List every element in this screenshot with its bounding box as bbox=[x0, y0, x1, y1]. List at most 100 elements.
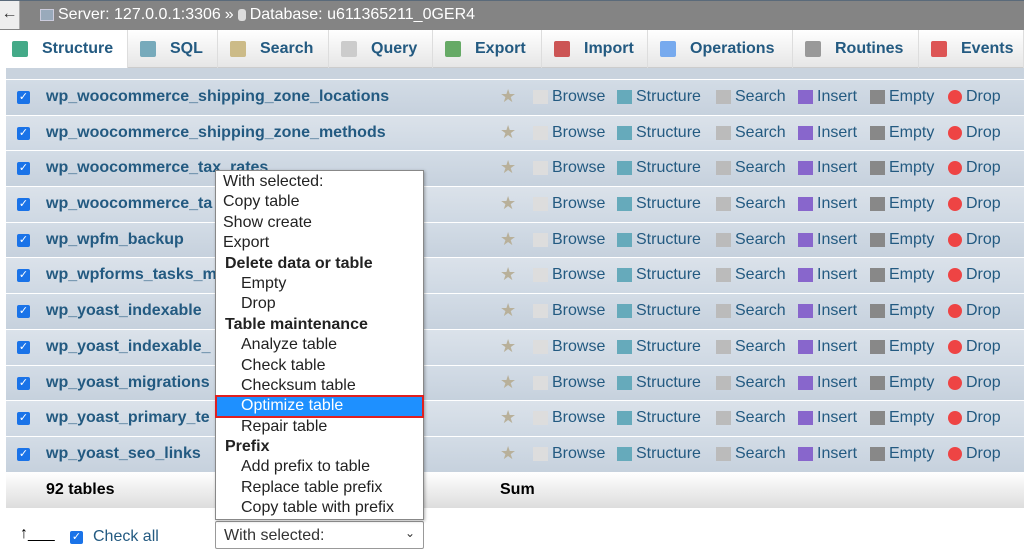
insert-action[interactable]: Insert bbox=[798, 409, 857, 427]
empty-action[interactable]: Empty bbox=[870, 302, 934, 320]
search-action[interactable]: Search bbox=[716, 266, 786, 284]
drop-action[interactable]: Drop bbox=[948, 231, 1001, 249]
structure-action[interactable]: Structure bbox=[617, 195, 701, 213]
breadcrumb-server[interactable]: Server: 127.0.0.1:3306 bbox=[58, 6, 221, 24]
favorite-star-icon[interactable]: ★ bbox=[500, 300, 516, 321]
drop-action[interactable]: Drop bbox=[948, 338, 1001, 356]
menu-option-copy-table[interactable]: Copy table bbox=[216, 192, 423, 212]
row-checkbox[interactable]: ✓ bbox=[17, 162, 30, 176]
drop-action[interactable]: Drop bbox=[948, 374, 1001, 392]
empty-action[interactable]: Empty bbox=[870, 231, 934, 249]
row-checkbox[interactable]: ✓ bbox=[17, 233, 30, 247]
browse-action[interactable]: Browse bbox=[533, 445, 605, 463]
search-action[interactable]: Search bbox=[716, 88, 786, 106]
menu-option-optimize-table[interactable]: Optimize table bbox=[215, 395, 424, 418]
tab-query[interactable]: Query bbox=[329, 30, 433, 68]
table-name-link[interactable]: wp_wpforms_tasks_m bbox=[46, 266, 217, 284]
table-name-link[interactable]: wp_wpfm_backup bbox=[46, 231, 184, 249]
row-checkbox[interactable]: ✓ bbox=[17, 269, 30, 283]
favorite-star-icon[interactable]: ★ bbox=[500, 86, 516, 107]
search-action[interactable]: Search bbox=[716, 409, 786, 427]
menu-option-replace-table-prefix[interactable]: Replace table prefix bbox=[216, 478, 423, 498]
structure-action[interactable]: Structure bbox=[617, 302, 701, 320]
insert-action[interactable]: Insert bbox=[798, 374, 857, 392]
search-action[interactable]: Search bbox=[716, 302, 786, 320]
favorite-star-icon[interactable]: ★ bbox=[500, 443, 516, 464]
tab-events[interactable]: Events bbox=[919, 30, 1024, 68]
structure-action[interactable]: Structure bbox=[617, 159, 701, 177]
menu-option-empty[interactable]: Empty bbox=[216, 274, 423, 294]
row-checkbox[interactable]: ✓ bbox=[17, 340, 30, 354]
menu-option-add-prefix-to-table[interactable]: Add prefix to table bbox=[216, 457, 423, 477]
tab-routines[interactable]: Routines bbox=[793, 30, 919, 68]
insert-action[interactable]: Insert bbox=[798, 338, 857, 356]
drop-action[interactable]: Drop bbox=[948, 195, 1001, 213]
insert-action[interactable]: Insert bbox=[798, 302, 857, 320]
search-action[interactable]: Search bbox=[716, 195, 786, 213]
browse-action[interactable]: Browse bbox=[533, 159, 605, 177]
table-name-link[interactable]: wp_yoast_seo_links bbox=[46, 445, 201, 463]
back-button[interactable]: ← bbox=[0, 1, 20, 29]
row-checkbox[interactable]: ✓ bbox=[17, 91, 30, 104]
tab-operations[interactable]: Operations bbox=[648, 30, 793, 68]
check-all-label[interactable]: Check all bbox=[93, 528, 159, 546]
search-action[interactable]: Search bbox=[716, 445, 786, 463]
empty-action[interactable]: Empty bbox=[870, 88, 934, 106]
browse-action[interactable]: Browse bbox=[533, 374, 605, 392]
drop-action[interactable]: Drop bbox=[948, 266, 1001, 284]
search-action[interactable]: Search bbox=[716, 374, 786, 392]
tab-import[interactable]: Import bbox=[542, 30, 648, 68]
insert-action[interactable]: Insert bbox=[798, 231, 857, 249]
empty-action[interactable]: Empty bbox=[870, 409, 934, 427]
row-checkbox[interactable]: ✓ bbox=[17, 305, 30, 319]
search-action[interactable]: Search bbox=[716, 338, 786, 356]
structure-action[interactable]: Structure bbox=[617, 445, 701, 463]
drop-action[interactable]: Drop bbox=[948, 445, 1001, 463]
drop-action[interactable]: Drop bbox=[948, 124, 1001, 142]
browse-action[interactable]: Browse bbox=[533, 195, 605, 213]
table-name-link[interactable]: wp_yoast_indexable_ bbox=[46, 338, 211, 356]
empty-action[interactable]: Empty bbox=[870, 124, 934, 142]
menu-option-checksum-table[interactable]: Checksum table bbox=[216, 376, 423, 396]
favorite-star-icon[interactable]: ★ bbox=[500, 407, 516, 428]
favorite-star-icon[interactable]: ★ bbox=[500, 336, 516, 357]
table-name-link[interactable]: wp_woocommerce_ta bbox=[46, 195, 212, 213]
browse-action[interactable]: Browse bbox=[533, 231, 605, 249]
drop-action[interactable]: Drop bbox=[948, 302, 1001, 320]
browse-action[interactable]: Browse bbox=[533, 338, 605, 356]
table-name-link[interactable]: wp_woocommerce_shipping_zone_methods bbox=[46, 124, 386, 142]
table-name-link[interactable]: wp_yoast_indexable bbox=[46, 302, 202, 320]
menu-option-repair-table[interactable]: Repair table bbox=[216, 417, 423, 437]
browse-action[interactable]: Browse bbox=[533, 124, 605, 142]
favorite-star-icon[interactable]: ★ bbox=[500, 372, 516, 393]
empty-action[interactable]: Empty bbox=[870, 338, 934, 356]
favorite-star-icon[interactable]: ★ bbox=[500, 122, 516, 143]
row-checkbox[interactable]: ✓ bbox=[17, 198, 30, 212]
menu-option-with-selected[interactable]: With selected: bbox=[216, 172, 423, 192]
insert-action[interactable]: Insert bbox=[798, 195, 857, 213]
row-checkbox[interactable]: ✓ bbox=[17, 412, 30, 426]
tab-structure[interactable]: Structure bbox=[0, 30, 128, 68]
insert-action[interactable]: Insert bbox=[798, 445, 857, 463]
menu-option-check-table[interactable]: Check table bbox=[216, 356, 423, 376]
row-checkbox[interactable]: ✓ bbox=[17, 376, 30, 390]
search-action[interactable]: Search bbox=[716, 159, 786, 177]
structure-action[interactable]: Structure bbox=[617, 374, 701, 392]
menu-option-analyze-table[interactable]: Analyze table bbox=[216, 335, 423, 355]
browse-action[interactable]: Browse bbox=[533, 302, 605, 320]
search-action[interactable]: Search bbox=[716, 231, 786, 249]
empty-action[interactable]: Empty bbox=[870, 195, 934, 213]
menu-option-drop[interactable]: Drop bbox=[216, 294, 423, 314]
drop-action[interactable]: Drop bbox=[948, 159, 1001, 177]
empty-action[interactable]: Empty bbox=[870, 374, 934, 392]
browse-action[interactable]: Browse bbox=[533, 409, 605, 427]
tab-search[interactable]: Search bbox=[218, 30, 329, 68]
favorite-star-icon[interactable]: ★ bbox=[500, 229, 516, 250]
tab-export[interactable]: Export bbox=[433, 30, 542, 68]
drop-action[interactable]: Drop bbox=[948, 88, 1001, 106]
row-checkbox[interactable]: ✓ bbox=[17, 126, 30, 140]
tab-sql[interactable]: SQL bbox=[128, 30, 218, 68]
empty-action[interactable]: Empty bbox=[870, 445, 934, 463]
favorite-star-icon[interactable]: ★ bbox=[500, 193, 516, 214]
browse-action[interactable]: Browse bbox=[533, 88, 605, 106]
